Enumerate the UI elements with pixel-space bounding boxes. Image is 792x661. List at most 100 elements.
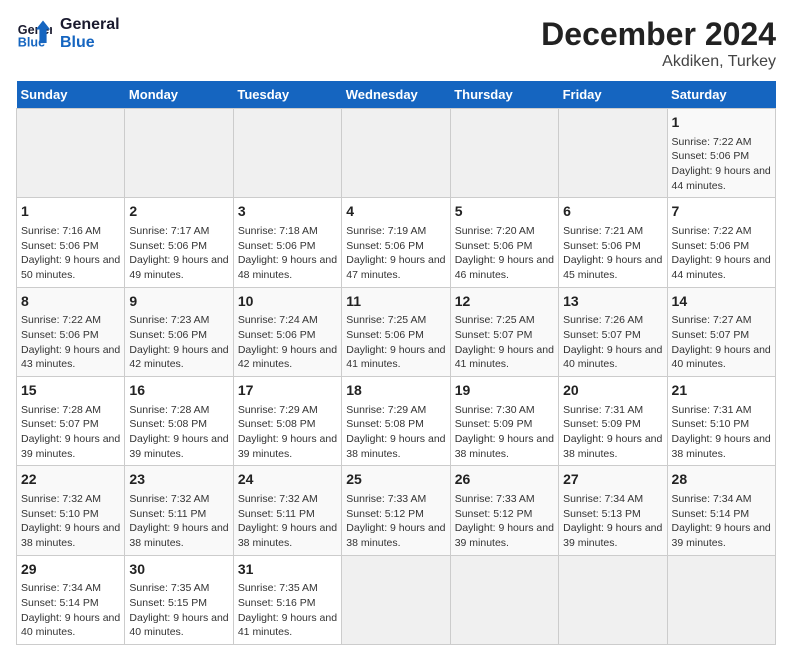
day-number: 2 bbox=[129, 202, 228, 222]
day-cell bbox=[559, 109, 667, 198]
day-info: Sunrise: 7:22 AMSunset: 5:06 PMDaylight:… bbox=[672, 224, 771, 283]
day-info: Sunrise: 7:32 AMSunset: 5:11 PMDaylight:… bbox=[238, 492, 337, 551]
day-info: Sunrise: 7:26 AMSunset: 5:07 PMDaylight:… bbox=[563, 313, 662, 372]
day-header-thursday: Thursday bbox=[450, 81, 558, 109]
day-cell: 9Sunrise: 7:23 AMSunset: 5:06 PMDaylight… bbox=[125, 287, 233, 376]
day-number: 17 bbox=[238, 381, 337, 401]
day-number: 25 bbox=[346, 470, 445, 490]
day-info: Sunrise: 7:33 AMSunset: 5:12 PMDaylight:… bbox=[455, 492, 554, 551]
day-info: Sunrise: 7:24 AMSunset: 5:06 PMDaylight:… bbox=[238, 313, 337, 372]
week-row-0: 1Sunrise: 7:22 AMSunset: 5:06 PMDaylight… bbox=[17, 109, 776, 198]
day-cell: 31Sunrise: 7:35 AMSunset: 5:16 PMDayligh… bbox=[233, 555, 341, 644]
day-cell bbox=[450, 555, 558, 644]
day-info: Sunrise: 7:34 AMSunset: 5:13 PMDaylight:… bbox=[563, 492, 662, 551]
day-cell: 12Sunrise: 7:25 AMSunset: 5:07 PMDayligh… bbox=[450, 287, 558, 376]
day-cell: 6Sunrise: 7:21 AMSunset: 5:06 PMDaylight… bbox=[559, 198, 667, 287]
day-cell: 3Sunrise: 7:18 AMSunset: 5:06 PMDaylight… bbox=[233, 198, 341, 287]
week-row-3: 15Sunrise: 7:28 AMSunset: 5:07 PMDayligh… bbox=[17, 377, 776, 466]
day-header-wednesday: Wednesday bbox=[342, 81, 450, 109]
day-cell: 14Sunrise: 7:27 AMSunset: 5:07 PMDayligh… bbox=[667, 287, 775, 376]
day-number: 13 bbox=[563, 292, 662, 312]
day-number: 4 bbox=[346, 202, 445, 222]
day-info: Sunrise: 7:31 AMSunset: 5:10 PMDaylight:… bbox=[672, 403, 771, 462]
day-cell: 28Sunrise: 7:34 AMSunset: 5:14 PMDayligh… bbox=[667, 466, 775, 555]
day-cell bbox=[342, 555, 450, 644]
day-info: Sunrise: 7:34 AMSunset: 5:14 PMDaylight:… bbox=[672, 492, 771, 551]
day-cell: 26Sunrise: 7:33 AMSunset: 5:12 PMDayligh… bbox=[450, 466, 558, 555]
day-number: 11 bbox=[346, 292, 445, 312]
day-number: 31 bbox=[238, 560, 337, 580]
day-info: Sunrise: 7:32 AMSunset: 5:11 PMDaylight:… bbox=[129, 492, 228, 551]
day-header-sunday: Sunday bbox=[17, 81, 125, 109]
day-info: Sunrise: 7:31 AMSunset: 5:09 PMDaylight:… bbox=[563, 403, 662, 462]
day-cell: 7Sunrise: 7:22 AMSunset: 5:06 PMDaylight… bbox=[667, 198, 775, 287]
day-info: Sunrise: 7:22 AMSunset: 5:06 PMDaylight:… bbox=[21, 313, 120, 372]
day-cell: 4Sunrise: 7:19 AMSunset: 5:06 PMDaylight… bbox=[342, 198, 450, 287]
day-cell: 2Sunrise: 7:17 AMSunset: 5:06 PMDaylight… bbox=[125, 198, 233, 287]
day-number: 30 bbox=[129, 560, 228, 580]
day-cell: 29Sunrise: 7:34 AMSunset: 5:14 PMDayligh… bbox=[17, 555, 125, 644]
day-cell bbox=[125, 109, 233, 198]
day-cell: 23Sunrise: 7:32 AMSunset: 5:11 PMDayligh… bbox=[125, 466, 233, 555]
day-number: 5 bbox=[455, 202, 554, 222]
day-number: 15 bbox=[21, 381, 120, 401]
day-info: Sunrise: 7:29 AMSunset: 5:08 PMDaylight:… bbox=[346, 403, 445, 462]
week-row-4: 22Sunrise: 7:32 AMSunset: 5:10 PMDayligh… bbox=[17, 466, 776, 555]
day-number: 9 bbox=[129, 292, 228, 312]
week-row-2: 8Sunrise: 7:22 AMSunset: 5:06 PMDaylight… bbox=[17, 287, 776, 376]
day-number: 7 bbox=[672, 202, 771, 222]
day-info: Sunrise: 7:19 AMSunset: 5:06 PMDaylight:… bbox=[346, 224, 445, 283]
week-row-5: 29Sunrise: 7:34 AMSunset: 5:14 PMDayligh… bbox=[17, 555, 776, 644]
day-number: 28 bbox=[672, 470, 771, 490]
day-info: Sunrise: 7:18 AMSunset: 5:06 PMDaylight:… bbox=[238, 224, 337, 283]
day-number: 12 bbox=[455, 292, 554, 312]
day-cell: 18Sunrise: 7:29 AMSunset: 5:08 PMDayligh… bbox=[342, 377, 450, 466]
day-info: Sunrise: 7:30 AMSunset: 5:09 PMDaylight:… bbox=[455, 403, 554, 462]
day-header-tuesday: Tuesday bbox=[233, 81, 341, 109]
day-cell bbox=[450, 109, 558, 198]
day-cell bbox=[667, 555, 775, 644]
day-cell: 15Sunrise: 7:28 AMSunset: 5:07 PMDayligh… bbox=[17, 377, 125, 466]
day-cell: 22Sunrise: 7:32 AMSunset: 5:10 PMDayligh… bbox=[17, 466, 125, 555]
day-info: Sunrise: 7:25 AMSunset: 5:07 PMDaylight:… bbox=[455, 313, 554, 372]
logo-text-line2: Blue bbox=[60, 34, 120, 52]
main-title: December 2024 bbox=[541, 16, 776, 53]
day-number: 22 bbox=[21, 470, 120, 490]
day-number: 8 bbox=[21, 292, 120, 312]
day-info: Sunrise: 7:28 AMSunset: 5:07 PMDaylight:… bbox=[21, 403, 120, 462]
day-number: 14 bbox=[672, 292, 771, 312]
day-cell: 8Sunrise: 7:22 AMSunset: 5:06 PMDaylight… bbox=[17, 287, 125, 376]
day-info: Sunrise: 7:21 AMSunset: 5:06 PMDaylight:… bbox=[563, 224, 662, 283]
day-number: 23 bbox=[129, 470, 228, 490]
day-number: 10 bbox=[238, 292, 337, 312]
day-number: 20 bbox=[563, 381, 662, 401]
day-info: Sunrise: 7:34 AMSunset: 5:14 PMDaylight:… bbox=[21, 581, 120, 640]
day-number: 21 bbox=[672, 381, 771, 401]
day-cell: 5Sunrise: 7:20 AMSunset: 5:06 PMDaylight… bbox=[450, 198, 558, 287]
day-cell: 1Sunrise: 7:16 AMSunset: 5:06 PMDaylight… bbox=[17, 198, 125, 287]
day-cell: 11Sunrise: 7:25 AMSunset: 5:06 PMDayligh… bbox=[342, 287, 450, 376]
day-cell bbox=[17, 109, 125, 198]
day-cell: 24Sunrise: 7:32 AMSunset: 5:11 PMDayligh… bbox=[233, 466, 341, 555]
day-info: Sunrise: 7:20 AMSunset: 5:06 PMDaylight:… bbox=[455, 224, 554, 283]
day-cell: 1Sunrise: 7:22 AMSunset: 5:06 PMDaylight… bbox=[667, 109, 775, 198]
day-number: 3 bbox=[238, 202, 337, 222]
day-number: 1 bbox=[672, 113, 771, 133]
title-block: December 2024 Akdiken, Turkey bbox=[541, 16, 776, 71]
day-info: Sunrise: 7:35 AMSunset: 5:16 PMDaylight:… bbox=[238, 581, 337, 640]
day-number: 6 bbox=[563, 202, 662, 222]
day-info: Sunrise: 7:27 AMSunset: 5:07 PMDaylight:… bbox=[672, 313, 771, 372]
day-header-saturday: Saturday bbox=[667, 81, 775, 109]
logo: General Blue General Blue bbox=[16, 16, 120, 52]
day-header-friday: Friday bbox=[559, 81, 667, 109]
day-cell: 10Sunrise: 7:24 AMSunset: 5:06 PMDayligh… bbox=[233, 287, 341, 376]
day-number: 24 bbox=[238, 470, 337, 490]
day-cell: 25Sunrise: 7:33 AMSunset: 5:12 PMDayligh… bbox=[342, 466, 450, 555]
day-info: Sunrise: 7:25 AMSunset: 5:06 PMDaylight:… bbox=[346, 313, 445, 372]
page-header: General Blue General Blue December 2024 … bbox=[16, 16, 776, 71]
day-cell: 17Sunrise: 7:29 AMSunset: 5:08 PMDayligh… bbox=[233, 377, 341, 466]
day-number: 26 bbox=[455, 470, 554, 490]
day-info: Sunrise: 7:28 AMSunset: 5:08 PMDaylight:… bbox=[129, 403, 228, 462]
day-cell bbox=[342, 109, 450, 198]
day-cell: 27Sunrise: 7:34 AMSunset: 5:13 PMDayligh… bbox=[559, 466, 667, 555]
